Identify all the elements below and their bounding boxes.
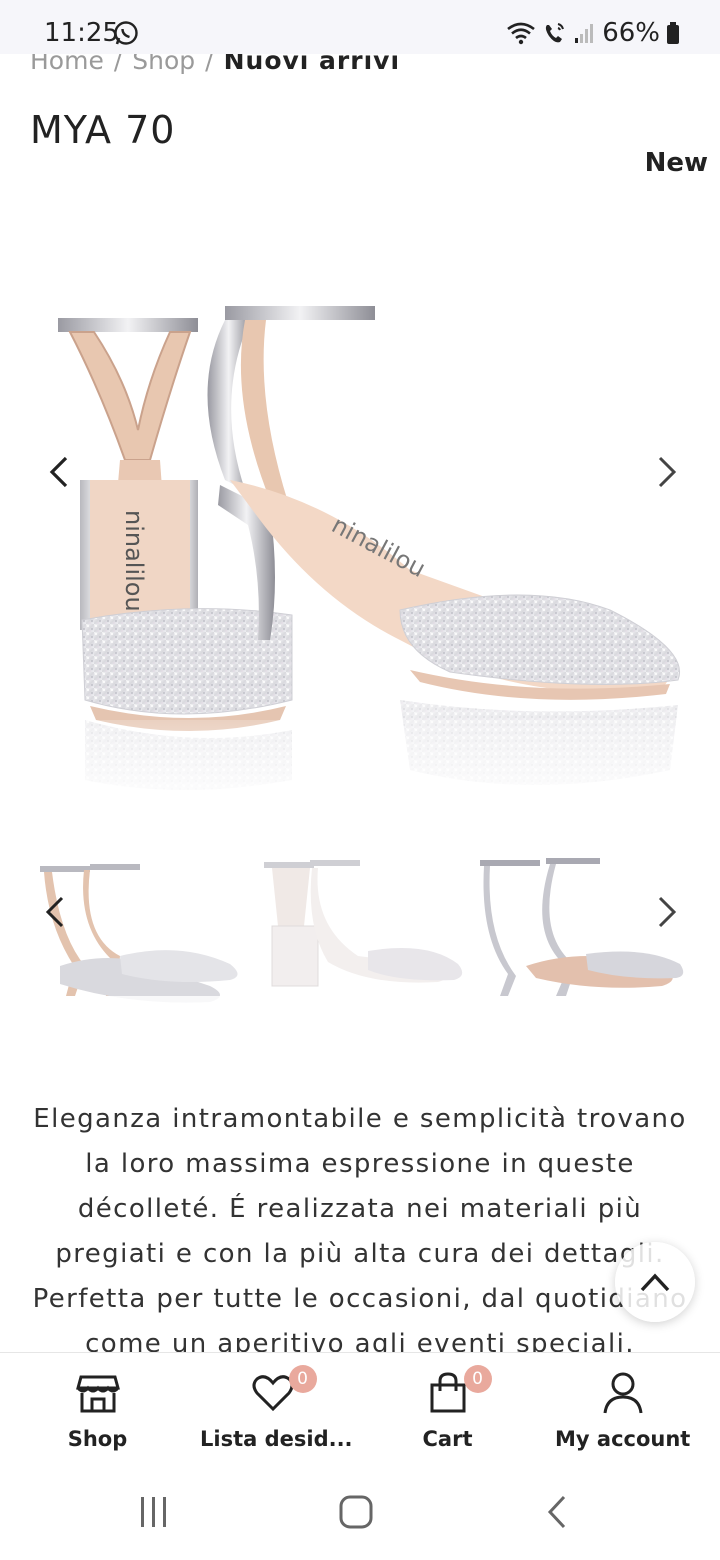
image-next-arrow[interactable] [646, 452, 686, 492]
battery-level: 66% [602, 18, 660, 48]
scroll-to-top-button[interactable] [615, 1242, 695, 1322]
signal-icon [575, 24, 594, 43]
nav-shop[interactable]: Shop [40, 1371, 155, 1461]
nav-shop-label: Shop [67, 1427, 128, 1451]
wifi-icon [507, 22, 535, 45]
product-description: Eleganza intramontabile e semplicità tro… [32, 1104, 688, 1355]
nav-cart-label: Cart [422, 1427, 473, 1451]
wifi-call-icon [546, 23, 565, 43]
thumbnail-strip [30, 846, 690, 1026]
thumbnail-3[interactable] [476, 846, 688, 1026]
new-badge: New [644, 148, 708, 178]
nav-wishlist[interactable]: 0 Lista desid... [200, 1365, 353, 1461]
nav-account-label: My account [555, 1427, 691, 1451]
cart-count-badge: 0 [463, 1365, 492, 1393]
nav-cart[interactable]: 0 Cart [395, 1365, 500, 1461]
system-nav-bar [0, 1460, 720, 1560]
main-product-image[interactable]: ninalilou ninalilou [30, 280, 700, 810]
nav-wishlist-label: Lista desid... [200, 1427, 353, 1451]
thumbnail-1[interactable] [30, 846, 242, 1026]
status-indicators: 66% [506, 18, 680, 48]
thumbnail-next-arrow[interactable] [646, 892, 686, 932]
wishlist-count-badge: 0 [288, 1365, 317, 1393]
status-time: 11:25 [44, 18, 119, 48]
recent-apps-icon[interactable] [136, 1494, 172, 1530]
image-prev-arrow[interactable] [40, 452, 80, 492]
nav-account[interactable]: My account [555, 1371, 690, 1461]
bag-icon [430, 1372, 465, 1413]
back-icon[interactable] [540, 1494, 576, 1530]
bottom-nav: Shop 0 Lista desid... 0 Cart My account [0, 1352, 720, 1460]
store-icon [75, 1375, 120, 1413]
thumbnail-prev-arrow[interactable] [36, 892, 76, 932]
heart-icon [252, 1375, 293, 1412]
product-title: MYA 70 [30, 108, 176, 152]
home-icon[interactable] [338, 1494, 374, 1530]
thumbnail-2[interactable] [258, 846, 470, 1026]
brand-imprint: ninalilou [120, 510, 148, 612]
wishlist-icon-wrap: 0 [251, 1365, 317, 1415]
cart-icon-wrap: 0 [426, 1365, 492, 1415]
whatsapp-icon [114, 21, 138, 45]
user-icon [603, 1372, 642, 1414]
status-bar: 11:25 66% [0, 0, 720, 54]
battery-icon [667, 22, 679, 44]
chevron-up-icon [640, 1273, 670, 1292]
